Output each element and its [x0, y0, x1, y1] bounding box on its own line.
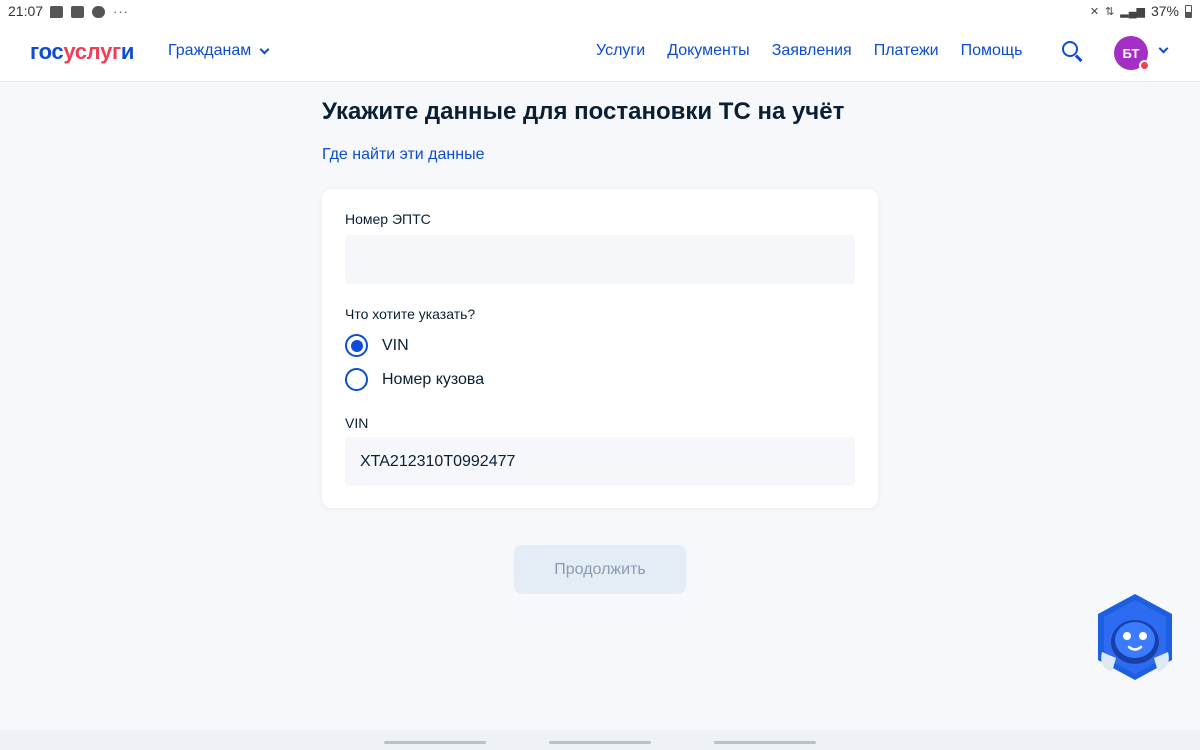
- radio-vin[interactable]: VIN: [345, 334, 409, 357]
- status-right-icons: ✕ ⇅ ▂▄▆ 37%: [1090, 3, 1192, 19]
- search-icon[interactable]: [1062, 41, 1084, 63]
- nav-back-handle[interactable]: [714, 741, 816, 744]
- network-icon: ⇅: [1105, 5, 1115, 18]
- system-nav-bar: [0, 730, 1200, 750]
- nav-services[interactable]: Услуги: [596, 42, 645, 60]
- assistant-robot-icon[interactable]: [1094, 592, 1176, 682]
- vin-label: VIN: [345, 415, 369, 431]
- nav-help[interactable]: Помощь: [961, 42, 1023, 60]
- gosuslugi-logo[interactable]: госуслуги: [30, 39, 134, 65]
- avatar[interactable]: БТ: [1114, 36, 1150, 71]
- avatar-initials: БТ: [1122, 45, 1140, 61]
- where-to-find-data-link[interactable]: Где найти эти данные: [322, 146, 484, 164]
- radio-body-number[interactable]: Номер кузова: [345, 368, 484, 391]
- epts-label: Номер ЭПТС: [345, 211, 431, 227]
- continue-button[interactable]: Продолжить: [514, 545, 686, 594]
- nav-applications[interactable]: Заявления: [772, 42, 852, 60]
- page-title: Укажите данные для постановки ТС на учёт: [322, 98, 845, 125]
- signal-icon: ▂▄▆: [1120, 5, 1145, 18]
- profile-chevron-down-icon[interactable]: [1158, 43, 1169, 54]
- nav-documents[interactable]: Документы: [667, 42, 749, 60]
- citizens-menu[interactable]: Гражданам: [168, 42, 270, 60]
- status-left-icons: ···: [50, 4, 129, 19]
- image-icon: [71, 5, 84, 18]
- cloud-icon: [92, 5, 105, 18]
- epts-input[interactable]: [345, 235, 855, 284]
- notification-dot: [1139, 60, 1150, 71]
- vehicle-form-card: Номер ЭПТС Что хотите указать? VIN Номер…: [322, 189, 878, 508]
- battery-icon: [1185, 4, 1192, 18]
- nav-home-handle[interactable]: [549, 741, 651, 744]
- chevron-down-icon: [259, 44, 270, 54]
- site-header: госуслуги Гражданам Услуги Документы Зая…: [0, 22, 1200, 82]
- main-nav: Услуги Документы Заявления Платежи Помощ…: [596, 42, 1022, 60]
- vin-input[interactable]: [345, 437, 855, 486]
- message-icon: [50, 5, 63, 18]
- choice-label: Что хотите указать?: [345, 306, 476, 322]
- radio-checked-icon: [345, 334, 368, 357]
- nav-recent-handle[interactable]: [384, 741, 486, 744]
- radio-unchecked-icon: [345, 368, 368, 391]
- status-time: 21:07: [8, 3, 44, 19]
- status-bar: 21:07 ··· ✕ ⇅ ▂▄▆ 37%: [0, 0, 1200, 22]
- more-notifications-icon: ···: [113, 4, 129, 19]
- radio-vin-label: VIN: [382, 336, 409, 354]
- battery-percent: 37%: [1150, 3, 1179, 19]
- mute-icon: ✕: [1089, 5, 1100, 18]
- radio-body-number-label: Номер кузова: [382, 370, 485, 388]
- nav-payments[interactable]: Платежи: [874, 42, 939, 60]
- citizens-menu-label: Гражданам: [168, 42, 252, 59]
